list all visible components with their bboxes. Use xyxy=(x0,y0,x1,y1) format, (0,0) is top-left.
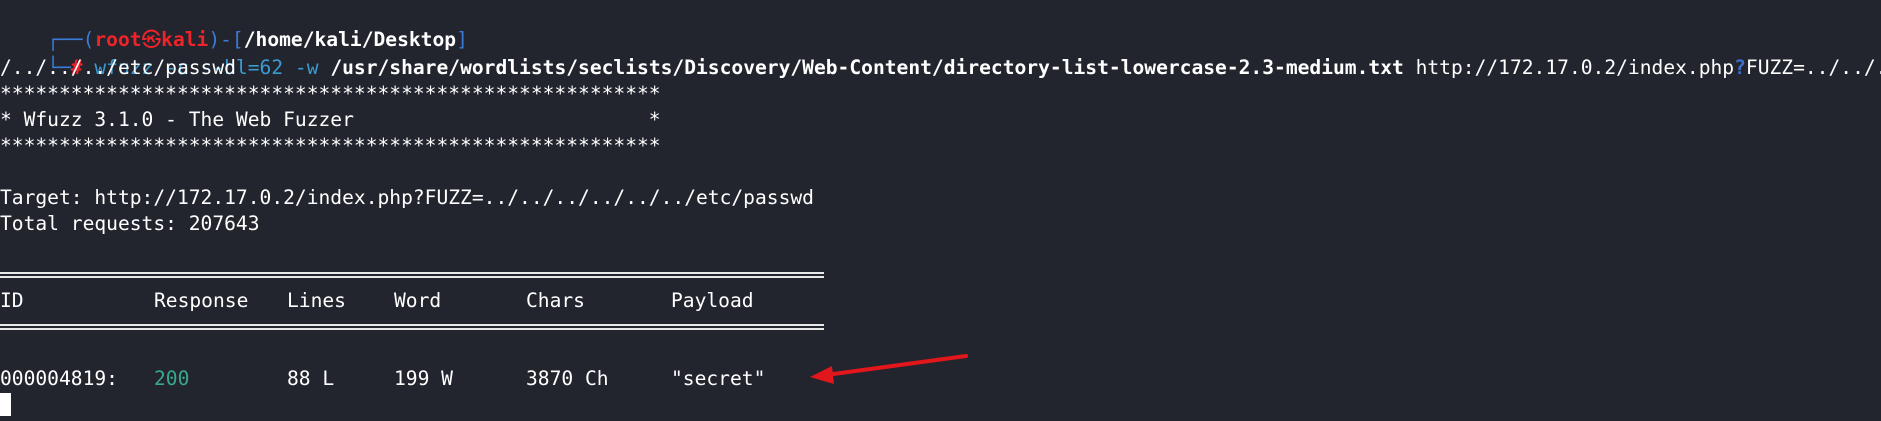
terminal-window[interactable]: ┌──(root㉿kali)-[/home/kali/Desktop] └─# … xyxy=(0,0,1881,421)
red-arrow-icon xyxy=(810,354,968,384)
